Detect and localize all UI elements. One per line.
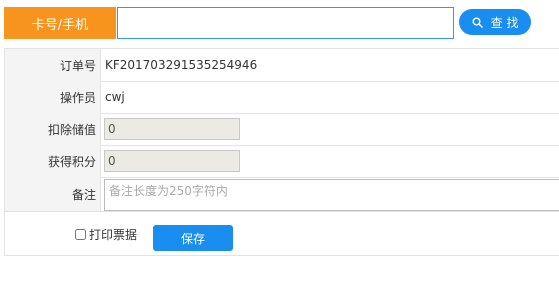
card-phone-input[interactable]	[117, 7, 454, 39]
operator-label: 操作员	[5, 81, 101, 113]
consume-form: 订单号 KF201703291535254946 操作员 cwj 扣除储值 获得…	[4, 48, 559, 256]
print-receipt-label: 打印票据	[89, 228, 138, 242]
search-button-label: 查 找	[490, 15, 519, 30]
order-no-value: KF201703291535254946	[105, 58, 258, 72]
operator-value: cwj	[105, 90, 125, 104]
earn-points-row: 获得积分	[5, 145, 559, 178]
save-button[interactable]: 保存	[153, 225, 233, 251]
print-receipt-option[interactable]: 打印票据	[75, 226, 137, 243]
search-bar: 卡号/手机 查 找	[0, 0, 559, 44]
deduct-value-input[interactable]	[104, 118, 240, 140]
search-label: 卡号/手机	[4, 7, 116, 39]
operator-row: 操作员 cwj	[5, 81, 559, 114]
deduct-value-row: 扣除储值	[5, 113, 559, 146]
deduct-value-label: 扣除储值	[5, 113, 101, 145]
form-footer: 打印票据 保存	[5, 211, 559, 255]
remarks-label: 备注	[5, 177, 101, 211]
print-receipt-checkbox[interactable]	[75, 229, 86, 240]
order-no-row: 订单号 KF201703291535254946	[5, 49, 559, 82]
search-button[interactable]: 查 找	[459, 9, 531, 35]
earn-points-label: 获得积分	[5, 145, 101, 177]
search-icon	[472, 17, 483, 28]
earn-points-input[interactable]	[104, 150, 240, 172]
order-no-label: 订单号	[5, 49, 101, 81]
remarks-row: 备注	[5, 177, 559, 212]
remarks-textarea[interactable]	[104, 179, 559, 211]
